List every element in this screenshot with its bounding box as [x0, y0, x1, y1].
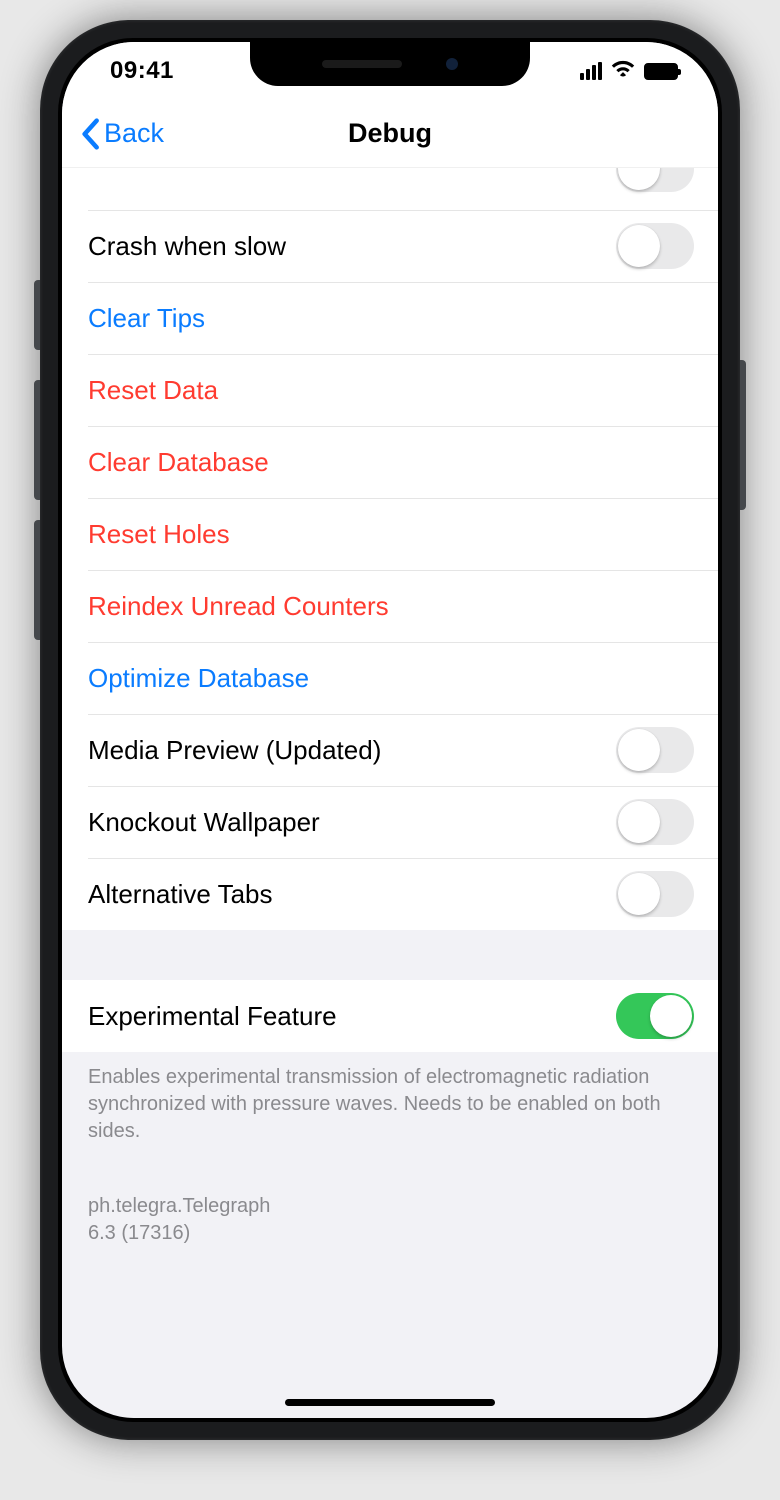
row-reset-data[interactable]: Reset Data: [62, 354, 718, 426]
row-hidden-top[interactable]: [62, 168, 718, 210]
row-reset-holes[interactable]: Reset Holes: [62, 498, 718, 570]
battery-icon: [644, 63, 678, 80]
row-label: Alternative Tabs: [88, 879, 273, 910]
settings-group-experimental: Experimental Feature: [62, 980, 718, 1052]
settings-list[interactable]: Crash when slow Clear Tips Reset Data Cl…: [62, 168, 718, 1418]
wifi-icon: [610, 58, 636, 84]
row-optimize-database[interactable]: Optimize Database: [62, 642, 718, 714]
row-knockout-wallpaper[interactable]: Knockout Wallpaper: [62, 786, 718, 858]
row-label: Clear Tips: [88, 303, 205, 334]
app-version: 6.3 (17316): [88, 1220, 692, 1247]
row-reindex-unread[interactable]: Reindex Unread Counters: [62, 570, 718, 642]
row-media-preview[interactable]: Media Preview (Updated): [62, 714, 718, 786]
row-clear-database[interactable]: Clear Database: [62, 426, 718, 498]
row-label: Knockout Wallpaper: [88, 807, 320, 838]
row-label: Clear Database: [88, 447, 269, 478]
row-label: Reset Data: [88, 375, 218, 406]
row-label: Experimental Feature: [88, 1001, 337, 1032]
home-indicator: [285, 1399, 495, 1406]
row-label: Reset Holes: [88, 519, 230, 550]
screen: 09:41 Back Debug: [62, 42, 718, 1418]
back-label: Back: [104, 118, 164, 149]
toggle-alternative-tabs[interactable]: [616, 871, 694, 917]
device-frame: 09:41 Back Debug: [40, 20, 740, 1440]
row-experimental-feature[interactable]: Experimental Feature: [62, 980, 718, 1052]
app-meta: ph.telegra.Telegraph 6.3 (17316): [62, 1153, 718, 1247]
nav-bar: Back Debug: [62, 100, 718, 168]
status-time: 09:41: [110, 57, 174, 85]
device-bezel: 09:41 Back Debug: [58, 38, 722, 1422]
toggle-knockout-wallpaper[interactable]: [616, 799, 694, 845]
toggle-experimental-feature[interactable]: [616, 993, 694, 1039]
row-clear-tips[interactable]: Clear Tips: [62, 282, 718, 354]
row-alternative-tabs[interactable]: Alternative Tabs: [62, 858, 718, 930]
row-label: Media Preview (Updated): [88, 735, 381, 766]
toggle-hidden-top[interactable]: [616, 168, 694, 192]
section-gap: [62, 930, 718, 980]
status-right: [580, 58, 678, 84]
chevron-left-icon: [80, 118, 100, 150]
back-button[interactable]: Back: [62, 118, 164, 150]
row-label: Optimize Database: [88, 663, 309, 694]
row-label: Reindex Unread Counters: [88, 591, 389, 622]
device-notch: [250, 42, 530, 86]
settings-group-main: Crash when slow Clear Tips Reset Data Cl…: [62, 168, 718, 930]
bundle-id: ph.telegra.Telegraph: [88, 1193, 692, 1220]
row-label: Crash when slow: [88, 231, 286, 262]
row-crash-when-slow[interactable]: Crash when slow: [62, 210, 718, 282]
toggle-crash-when-slow[interactable]: [616, 223, 694, 269]
experimental-note: Enables experimental transmission of ele…: [62, 1052, 718, 1153]
cellular-icon: [580, 62, 602, 80]
toggle-media-preview[interactable]: [616, 727, 694, 773]
